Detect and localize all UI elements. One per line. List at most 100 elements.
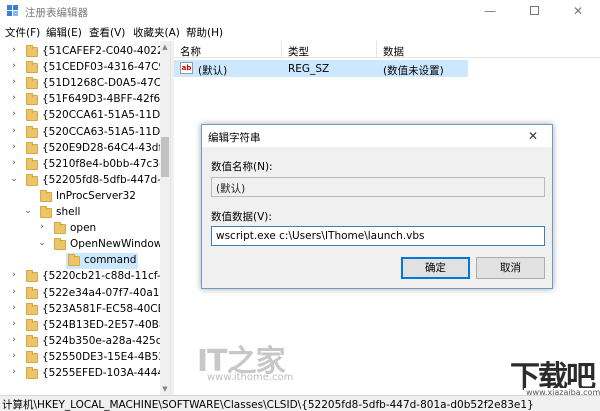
chevron-down-icon[interactable]: ⌄	[24, 206, 32, 216]
chevron-right-icon[interactable]: ›	[10, 142, 18, 152]
column-header-data[interactable]: 数据	[383, 44, 404, 59]
tree-item[interactable]: ⌄ {52205fd8-5dfb-447d-80	[0, 173, 160, 189]
tree-item-label: {51CEDF03-4316-47C9-81	[42, 61, 160, 74]
tree-item[interactable]: › {51D1268C-D0A5-47CC-A	[0, 76, 160, 92]
column-header-name[interactable]: 名称	[180, 44, 201, 59]
edit-string-dialog: 编辑字符串 ✕ 数值名称(N): (默认) 数值数据(V): wscript.e…	[201, 124, 553, 289]
menu-bar: 文件(F) 编辑(E) 查看(V) 收藏夹(A) 帮助(H)	[0, 22, 600, 41]
folder-icon	[26, 318, 38, 331]
close-icon: ✕	[572, 4, 584, 18]
tree-item[interactable]: › {520E9D28-64C4-43df-BE	[0, 141, 160, 157]
cancel-button[interactable]: 取消	[476, 257, 545, 279]
chevron-right-icon[interactable]: ›	[10, 109, 18, 119]
folder-icon	[26, 302, 38, 315]
tree-item[interactable]: › {5220cb21-c88d-11cf-b34	[0, 269, 160, 285]
chevron-down-icon[interactable]: ⌄	[10, 174, 18, 184]
tree-item[interactable]: › {520CCA61-51A5-11D3-9	[0, 108, 160, 124]
tree-item[interactable]: › {522e34a4-07f7-40a1-94c	[0, 286, 160, 302]
tree-item[interactable]: › {524b350e-a28a-425d-a4	[0, 334, 160, 350]
tree-item[interactable]: › {51CEDF03-4316-47C9-81	[0, 60, 160, 76]
tree-item[interactable]: command	[0, 253, 160, 270]
menu-file[interactable]: 文件(F)	[5, 25, 40, 40]
tree-item[interactable]: › {5210f8e4-b0bb-47c3-a8	[0, 157, 160, 173]
column-divider[interactable]	[376, 41, 377, 58]
registry-path: 计算机\HKEY_LOCAL_MACHINE\SOFTWARE\Classes\…	[2, 399, 534, 411]
tree-item-label: open	[70, 222, 97, 235]
tree-item[interactable]: › {51F649D3-4BFF-42f6-A2	[0, 92, 160, 108]
tree-item[interactable]: InProcServer32	[0, 189, 160, 205]
list-item[interactable]: ab (默认) REG_SZ (数值未设置)	[174, 60, 600, 77]
folder-icon	[26, 157, 38, 170]
value-type: REG_SZ	[288, 63, 330, 75]
chevron-right-icon[interactable]: ›	[10, 45, 18, 55]
list-header: 名称 类型 数据	[174, 41, 600, 58]
maximize-button[interactable]	[512, 0, 556, 22]
tree-item[interactable]: › {523A581F-EC58-40CE-99	[0, 302, 160, 318]
tree-item[interactable]: ⌄ shell	[0, 205, 160, 221]
registry-tree: › {51CAFEF2-C040-4022-A1 › {51CEDF03-4316-4…	[0, 41, 160, 395]
scroll-thumb[interactable]	[161, 137, 169, 177]
chevron-right-icon[interactable]: ›	[10, 61, 18, 71]
menu-view[interactable]: 查看(V)	[89, 25, 125, 40]
value-name: (默认)	[198, 65, 228, 77]
chevron-right-icon[interactable]: ›	[10, 351, 18, 361]
ithome-watermark: IT之家 www.ithome.com	[197, 336, 307, 386]
dialog-title: 编辑字符串	[208, 132, 261, 144]
folder-icon	[26, 77, 38, 90]
menu-help[interactable]: 帮助(H)	[186, 25, 223, 40]
chevron-right-icon[interactable]: ›	[10, 287, 18, 297]
maximize-icon	[529, 6, 539, 15]
chevron-right-icon[interactable]: ›	[10, 270, 18, 280]
folder-icon	[26, 270, 38, 283]
folder-icon	[26, 93, 38, 106]
tree-item-label: {522e34a4-07f7-40a1-94c	[42, 286, 160, 299]
scroll-up-icon[interactable]: ▲	[160, 41, 170, 53]
tree-item-label: {524b350e-a28a-425d-a4	[42, 334, 160, 347]
value-name-label: 数值名称(N):	[211, 161, 273, 173]
folder-icon	[54, 238, 66, 251]
value-data-input[interactable]: wscript.exe c:\Users\IThome\launch.vbs	[211, 226, 545, 246]
title-bar: 注册表编辑器 — ✕	[0, 0, 600, 22]
tree-item-label: {52550DE3-15E4-4B53-96	[42, 350, 160, 363]
value-data: (数值未设置)	[383, 65, 444, 77]
tree-scrollbar[interactable]: ▲ ▼	[160, 41, 170, 395]
column-divider[interactable]	[281, 41, 282, 58]
chevron-right-icon[interactable]: ›	[10, 335, 18, 345]
chevron-right-icon[interactable]: ›	[10, 303, 18, 313]
regedit-app-icon	[7, 5, 18, 16]
menu-favorites[interactable]: 收藏夹(A)	[133, 25, 180, 40]
tree-item[interactable]: › {524B13ED-2E57-40B8-B8	[0, 318, 160, 334]
folder-icon	[26, 334, 38, 347]
value-data-label: 数值数据(V):	[211, 211, 272, 223]
chevron-down-icon[interactable]: ⌄	[38, 238, 46, 248]
tree-item[interactable]: › {520CCA63-51A5-11D3-9	[0, 125, 160, 141]
ok-button[interactable]: 确定	[401, 257, 470, 279]
scroll-down-icon[interactable]: ▼	[160, 383, 170, 395]
tree-item[interactable]: › {51CAFEF2-C040-4022-A1	[0, 44, 160, 60]
folder-icon	[26, 141, 38, 154]
chevron-right-icon[interactable]: ›	[10, 77, 18, 87]
minimize-button[interactable]: —	[468, 0, 512, 22]
folder-icon	[54, 222, 66, 235]
string-value-icon: ab	[180, 62, 193, 74]
folder-icon	[40, 206, 52, 218]
tree-item-label: {524B13ED-2E57-40B8-B8	[42, 318, 160, 331]
dialog-title-bar: 编辑字符串 ✕	[202, 125, 552, 147]
column-header-type[interactable]: 类型	[288, 44, 309, 59]
tree-item[interactable]: › open	[0, 221, 160, 237]
close-button[interactable]: ✕	[556, 0, 600, 22]
chevron-right-icon[interactable]: ›	[10, 319, 18, 329]
menu-edit[interactable]: 编辑(E)	[46, 25, 82, 40]
tree-item[interactable]: ⌄ OpenNewWindow	[0, 237, 160, 253]
chevron-right-icon[interactable]: ›	[10, 93, 18, 103]
close-icon: ✕	[527, 129, 539, 143]
chevron-right-icon[interactable]: ›	[38, 222, 46, 232]
window-title: 注册表编辑器	[25, 7, 88, 19]
dialog-close-button[interactable]: ✕	[514, 125, 552, 147]
tree-item[interactable]: › {5255EFED-103A-4444-B1	[0, 366, 160, 382]
folder-icon	[26, 109, 38, 122]
chevron-right-icon[interactable]: ›	[10, 367, 18, 377]
tree-item[interactable]: › {52550DE3-15E4-4B53-96	[0, 350, 160, 366]
chevron-right-icon[interactable]: ›	[10, 158, 18, 168]
chevron-right-icon[interactable]: ›	[10, 126, 18, 136]
